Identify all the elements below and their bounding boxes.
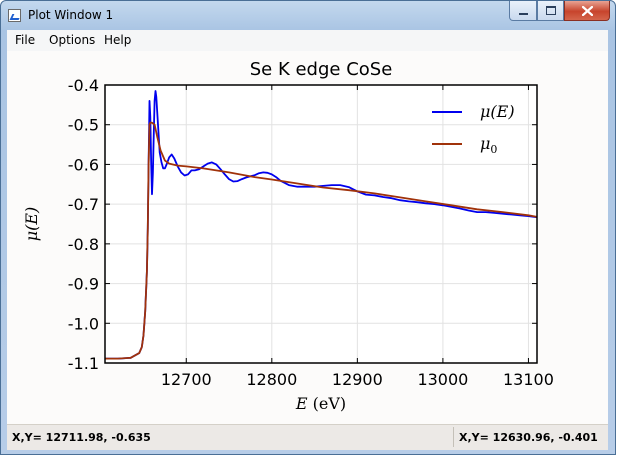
- y-tick-label: -0.5: [68, 116, 99, 135]
- y-tick-label: -1.0: [68, 314, 99, 333]
- menu-bar: File Options Help: [7, 30, 608, 52]
- x-tick-label: 12900: [332, 370, 383, 389]
- x-tick-label: 12800: [246, 370, 297, 389]
- axes-background: [105, 85, 537, 363]
- window-title: Plot Window 1: [28, 8, 114, 22]
- y-tick-label: -1.1: [68, 354, 99, 373]
- x-axis-label: E (eV): [295, 394, 346, 413]
- y-tick-label: -0.6: [68, 155, 99, 174]
- menu-help[interactable]: Help: [104, 33, 131, 47]
- y-tick-label: -0.8: [68, 235, 99, 254]
- cursor-readout-left: X,Y= 12711.98, -0.635: [12, 431, 151, 444]
- legend-label-mu: μ(E): [480, 102, 515, 121]
- status-bar: X,Y= 12711.98, -0.635 X,Y= 12630.96, -0.…: [7, 424, 608, 450]
- maximize-icon: [545, 6, 556, 15]
- x-tick-label: 13100: [503, 370, 554, 389]
- y-axis-label: μ(E): [22, 207, 41, 242]
- x-tick-label: 12700: [161, 370, 212, 389]
- status-separator: [453, 427, 454, 447]
- plot-area[interactable]: 12700 12800 12900 13000 13100 -0.4 -0.5 -0.6 -0.…: [7, 51, 608, 424]
- chart-title: Se K edge CoSe: [250, 59, 393, 80]
- menu-options[interactable]: Options: [49, 33, 95, 47]
- menu-file[interactable]: File: [15, 33, 35, 47]
- y-tick-label: -0.4: [68, 76, 99, 95]
- y-tick-label: -0.7: [68, 195, 99, 214]
- maximize-button[interactable]: [537, 1, 564, 21]
- close-button[interactable]: [564, 1, 610, 21]
- close-icon: [581, 5, 593, 16]
- minimize-icon: [518, 12, 528, 15]
- xafs-chart[interactable]: 12700 12800 12900 13000 13100 -0.4 -0.5 -0.6 -0.…: [7, 51, 608, 424]
- x-tick-label: 13000: [417, 370, 468, 389]
- chart-app-icon: [8, 9, 21, 22]
- minimize-button[interactable]: [509, 1, 537, 21]
- y-tick-label: -0.9: [68, 275, 99, 294]
- cursor-readout-right: X,Y= 12630.96, -0.401: [459, 431, 598, 444]
